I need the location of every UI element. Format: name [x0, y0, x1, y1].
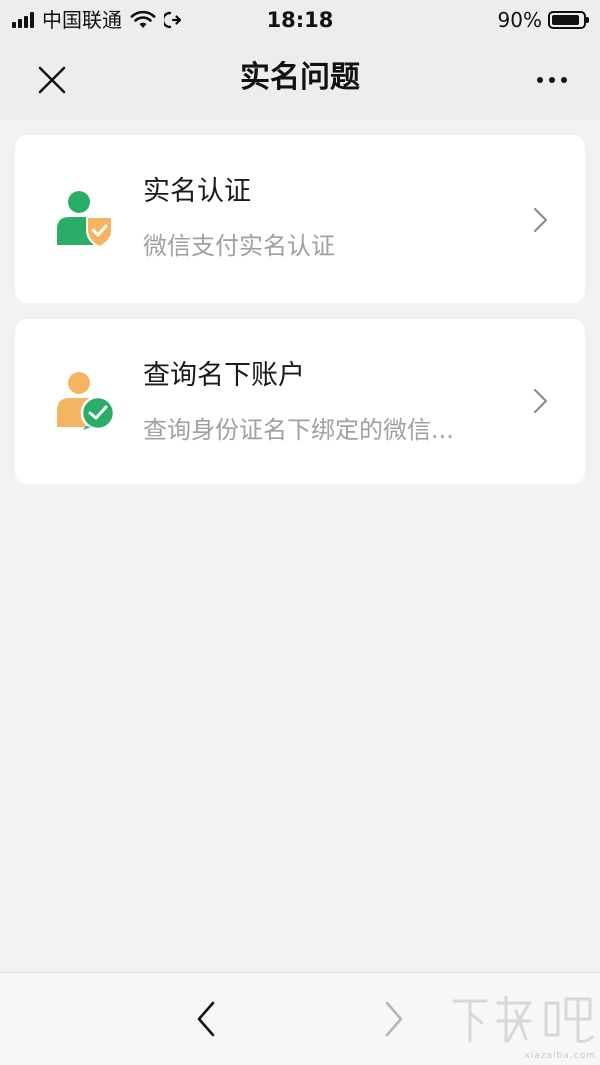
more-button[interactable] [526, 56, 578, 104]
status-bar: 中国联通 18:18 90% [0, 0, 600, 40]
more-icon [537, 77, 543, 83]
card-title: 查询名下账户 [143, 360, 305, 391]
chevron-right-icon [385, 1001, 403, 1037]
user-wechat-icon [57, 372, 115, 431]
card-subtitle: 查询身份证名下绑定的微信... [143, 416, 454, 444]
nav-bar: 实名问题 [0, 40, 600, 120]
card-title: 实名认证 [143, 176, 251, 207]
bottom-toolbar: xiazaiba.com [0, 972, 600, 1065]
chevron-right-icon [533, 388, 548, 414]
page-title: 实名问题 [240, 60, 360, 95]
more-icon [561, 77, 567, 83]
more-icon [549, 77, 555, 83]
battery-percent: 90% [497, 8, 542, 32]
status-right: 90% [497, 7, 589, 33]
battery-level [552, 15, 579, 25]
watermark-glyphs [452, 995, 594, 1043]
query-accounts-card[interactable]: 查询名下账户 查询身份证名下绑定的微信... [15, 319, 585, 484]
watermark-text: xiazaiba.com [524, 1051, 596, 1061]
battery-icon [548, 11, 589, 29]
chevron-left-icon [197, 1001, 215, 1037]
real-name-verification-card[interactable]: 实名认证 微信支付实名认证 [15, 135, 585, 303]
chevron-right-icon [533, 207, 548, 233]
forward-button[interactable] [374, 997, 414, 1041]
back-button[interactable] [186, 997, 226, 1041]
card-subtitle: 微信支付实名认证 [143, 232, 335, 260]
watermark-logo: xiazaiba.com [446, 991, 596, 1061]
verified-user-icon [57, 191, 113, 249]
